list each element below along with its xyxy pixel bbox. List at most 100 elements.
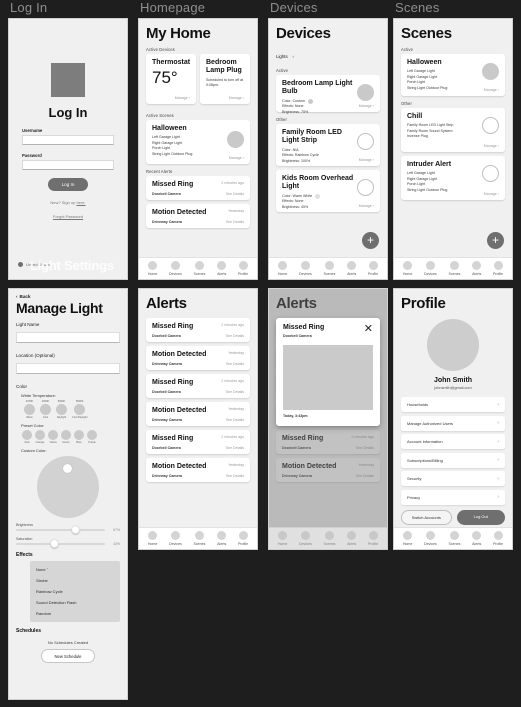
nav-item-profile[interactable]: Profile	[493, 261, 503, 276]
nav-item-profile[interactable]: Profile	[238, 261, 248, 276]
device-card-kids-room-overhead[interactable]: Kids Room Overhead Light Color: Warm Whi…	[276, 170, 380, 212]
nav-item-home[interactable]: Home	[278, 261, 287, 276]
nav-item-home[interactable]: Home	[278, 531, 287, 546]
manage-link[interactable]: Manage ›	[229, 156, 244, 160]
alert-card[interactable]: Motion Detected Yesterday Driveway Camer…	[146, 204, 250, 228]
alert-row[interactable]: Missed Ring 2 minutes ago Doorbell Camera…	[146, 318, 250, 342]
menu-item-households[interactable]: Households ›	[401, 397, 505, 412]
alert-video-thumbnail[interactable]	[283, 344, 373, 410]
nav-item-alerts[interactable]: Alerts	[217, 531, 226, 546]
device-toggle[interactable]	[357, 84, 374, 101]
menu-item-privacy[interactable]: Privacy ›	[401, 489, 505, 505]
nav-item-profile[interactable]: Profile	[368, 261, 378, 276]
preset-swatch-red[interactable]: Red	[22, 430, 32, 444]
preset-swatch-yellow[interactable]: Yellow	[48, 430, 58, 444]
nav-item-alerts[interactable]: Alerts	[472, 261, 481, 276]
nav-item-devices[interactable]: Devices	[424, 261, 437, 276]
lights-filter-dropdown[interactable]: Lights ˅	[276, 45, 380, 63]
see-details-link[interactable]: See Details	[226, 418, 244, 424]
preset-swatch-blue[interactable]: Blue	[74, 430, 84, 444]
see-details-link[interactable]: See Details	[226, 390, 244, 396]
scene-toggle[interactable]	[482, 117, 499, 134]
color-wheel-knob[interactable]	[63, 464, 72, 473]
forgot-password-link[interactable]: Forgot Password	[53, 214, 83, 219]
avatar[interactable]	[427, 319, 479, 371]
scene-card-halloween[interactable]: Halloween Left Garage Light Right Garage…	[146, 120, 250, 164]
manage-link[interactable]: Manage ›	[484, 192, 499, 196]
see-details-link[interactable]: See Details	[226, 446, 244, 452]
alert-row[interactable]: Motion Detected Yesterday Driveway Camera…	[146, 458, 250, 482]
nav-item-alerts[interactable]: Alerts	[217, 261, 226, 276]
back-button[interactable]: ‹ Back	[16, 294, 120, 299]
temp-swatch-cool-daylight[interactable]: 6500K Cool Daylight	[72, 400, 87, 419]
logout-button[interactable]: Log Out	[456, 509, 505, 525]
scene-toggle[interactable]	[227, 131, 244, 148]
nav-item-alerts[interactable]: Alerts	[472, 531, 481, 546]
scene-toggle[interactable]	[482, 63, 499, 80]
scene-card-chill[interactable]: Chill Family Room LED Light Strip Family…	[401, 108, 505, 152]
color-wheel[interactable]	[37, 456, 99, 518]
brightness-knob[interactable]	[71, 525, 81, 535]
nav-item-scenes[interactable]: Scenes	[323, 261, 335, 276]
manage-link[interactable]: Manage ›	[359, 158, 374, 162]
scene-toggle[interactable]	[482, 165, 499, 182]
preset-swatch-orange[interactable]: Orange	[35, 430, 45, 444]
nav-item-home[interactable]: Home	[148, 261, 157, 276]
nav-item-scenes[interactable]: Scenes	[193, 531, 205, 546]
see-details-link[interactable]: See Details	[226, 334, 244, 340]
device-card-family-room-led[interactable]: Family Room LED Light Strip Color: N/A E…	[276, 124, 380, 166]
temp-swatch-cool[interactable]: 4000K Cool	[40, 400, 51, 419]
see-details-link[interactable]: See Details	[226, 362, 244, 368]
see-details-link[interactable]: See Details	[226, 220, 244, 226]
nav-item-devices[interactable]: Devices	[299, 531, 312, 546]
alert-card[interactable]: Missed Ring 2 minutes ago Doorbell Camer…	[146, 176, 250, 200]
switch-accounts-button[interactable]: Switch Accounts	[401, 509, 452, 525]
alert-row[interactable]: Missed Ring 2 minutes ago Doorbell Camera…	[146, 374, 250, 398]
nav-item-home[interactable]: Home	[403, 531, 412, 546]
effects-option-rainbow-cycle[interactable]: Rainbow Cycle	[30, 586, 120, 597]
alert-row[interactable]: Missed Ring 2 minutes ago Doorbell Camera…	[146, 430, 250, 454]
add-device-button[interactable]: +	[362, 232, 379, 249]
menu-item-manage-authorized-users[interactable]: Manage Authorized Users ›	[401, 415, 505, 431]
device-card-bedroom-lamp-bulb[interactable]: Bedroom Lamp Light Bulb Color: Custom Ef…	[276, 75, 380, 114]
nav-item-devices[interactable]: Devices	[299, 261, 312, 276]
add-scene-button[interactable]: +	[487, 232, 504, 249]
nav-item-scenes[interactable]: Scenes	[448, 531, 460, 546]
saturation-slider[interactable]: 43%	[16, 539, 120, 549]
scene-card-halloween[interactable]: Halloween Left Garage Light Right Garage…	[401, 54, 505, 96]
nav-item-profile[interactable]: Profile	[493, 531, 503, 546]
nav-item-devices[interactable]: Devices	[169, 261, 182, 276]
manage-link[interactable]: Manage ›	[229, 96, 244, 100]
brightness-slider[interactable]: 67%	[16, 525, 120, 535]
effects-option-sound-detection-flash[interactable]: Sound Detection Flash	[30, 597, 120, 608]
nav-item-devices[interactable]: Devices	[424, 531, 437, 546]
manage-link[interactable]: Manage ›	[359, 204, 374, 208]
signup-link[interactable]: here.	[76, 200, 85, 205]
menu-item-subscriptions-billing[interactable]: Subscriptions/Billing ›	[401, 452, 505, 468]
menu-item-security[interactable]: Security ›	[401, 471, 505, 486]
location-input[interactable]	[16, 363, 120, 374]
effects-option-none[interactable]: None ˆ	[30, 564, 120, 575]
nav-item-home[interactable]: Home	[148, 531, 157, 546]
see-details-link[interactable]: See Details	[226, 192, 244, 198]
device-toggle[interactable]	[357, 179, 374, 196]
close-icon[interactable]: ✕	[364, 324, 373, 335]
device-card-bedroom-lamp-plug[interactable]: Bedroom Lamp Plug Scheduled to turn off …	[200, 54, 250, 104]
nav-item-alerts[interactable]: Alerts	[347, 261, 356, 276]
nav-item-devices[interactable]: Devices	[169, 531, 182, 546]
saturation-knob[interactable]	[49, 539, 59, 549]
effects-dropdown[interactable]: None ˆ Strobe Rainbow Cycle Sound Detect…	[30, 561, 120, 622]
password-input[interactable]	[22, 160, 114, 170]
nav-item-scenes[interactable]: Scenes	[193, 261, 205, 276]
temp-swatch-warm[interactable]: 2700K Warm	[24, 400, 35, 419]
nav-item-alerts[interactable]: Alerts	[347, 531, 356, 546]
nav-item-scenes[interactable]: Scenes	[448, 261, 460, 276]
manage-link[interactable]: Manage ›	[175, 96, 190, 100]
menu-item-account-information[interactable]: Account Information ›	[401, 434, 505, 449]
effects-option-random[interactable]: Random	[30, 608, 120, 619]
preset-swatch-green[interactable]: Green	[61, 430, 71, 444]
see-details-link[interactable]: See Details	[226, 474, 244, 480]
signup-link-row[interactable]: New? Sign up here.	[50, 200, 85, 205]
login-submit-button[interactable]: Log In	[47, 178, 89, 191]
manage-link[interactable]: Manage ›	[359, 104, 374, 108]
